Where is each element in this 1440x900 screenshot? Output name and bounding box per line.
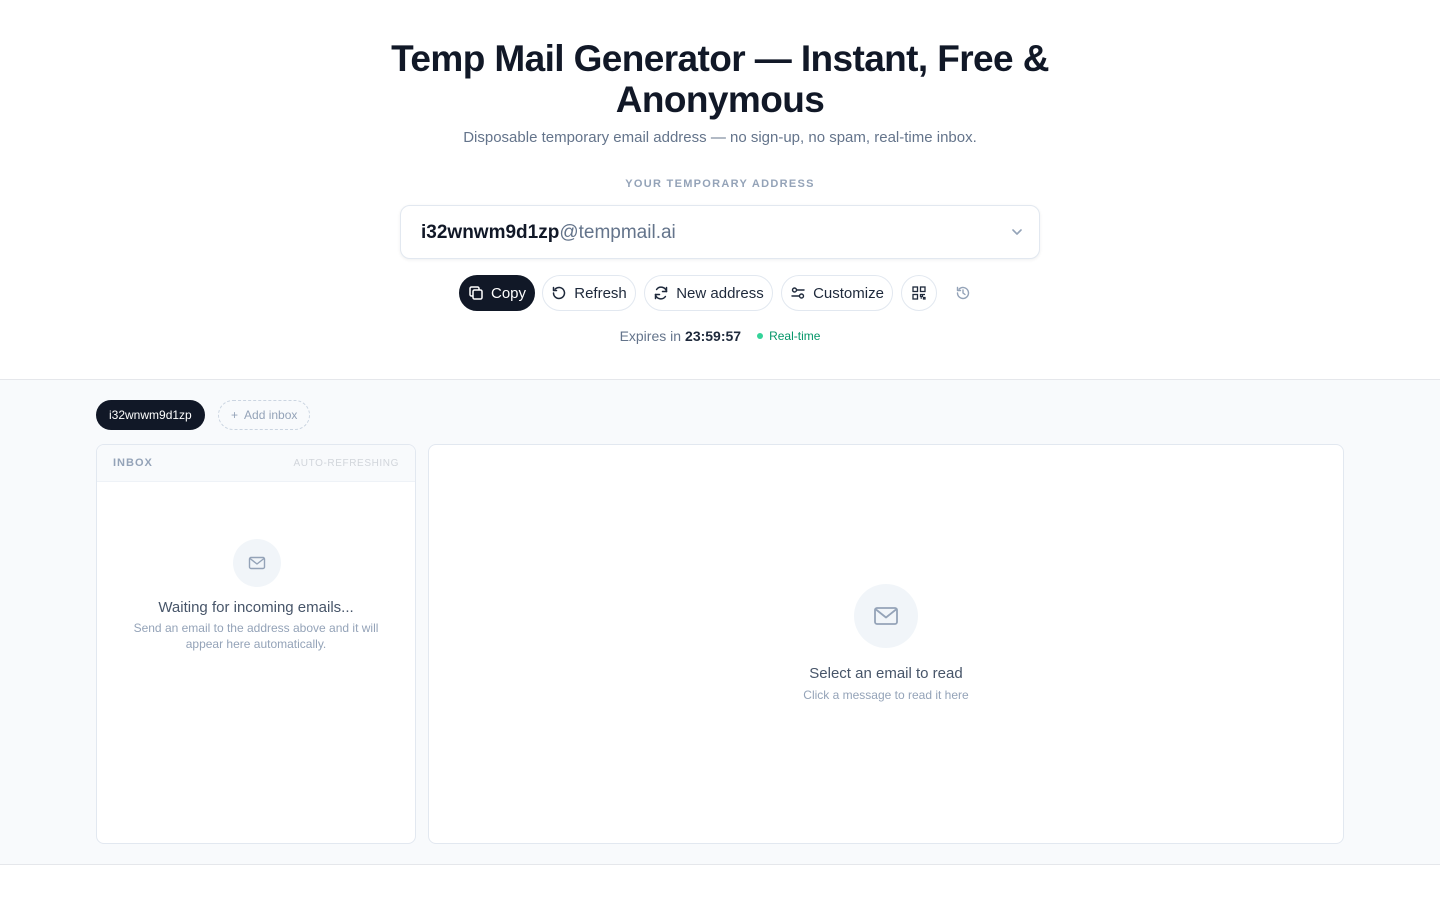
sliders-icon (791, 287, 805, 299)
status-dot (757, 333, 764, 339)
rotate-icon (654, 286, 668, 300)
copy-label: Copy (490, 284, 527, 302)
expiry-countdown: 23:59:57 (685, 328, 742, 344)
customize-label: Customize (813, 284, 884, 302)
address-domain: @tempmail.ai (559, 222, 676, 243)
page-subtitle: Disposable temporary email address — no … (463, 129, 977, 146)
expiry-prefix: Expires in (619, 328, 682, 344)
refresh-icon (552, 286, 566, 300)
address-label: YOUR TEMPORARY ADDRESS (625, 178, 815, 190)
inbox-empty-description: Send an email to the address above and i… (133, 621, 379, 651)
refresh-label: Refresh (574, 284, 627, 302)
reader-empty-title: Select an email to read (809, 665, 963, 682)
new-address-button[interactable]: New address (644, 275, 773, 311)
chevron-down-icon[interactable] (1009, 224, 1025, 240)
realtime-indicator: Real-time (757, 329, 820, 343)
add-inbox-button[interactable]: + Add inbox (218, 400, 311, 430)
inbox-empty-title: Waiting for incoming emails... (158, 599, 354, 616)
history-icon (956, 286, 970, 300)
reader-empty-description: Click a message to read it here (803, 688, 969, 702)
hero-section: Temp Mail Generator — Instant, Free & An… (0, 0, 1440, 380)
realtime-label: Real-time (769, 329, 821, 343)
expiry-status: Expires in 23:59:57 Real-time (0, 328, 1440, 344)
qr-code-button[interactable] (901, 275, 937, 311)
plus-icon: + (231, 408, 239, 422)
copy-button[interactable]: Copy (459, 275, 535, 311)
refresh-button[interactable]: Refresh (542, 275, 636, 311)
address-display: i32wnwm9d1zp@tempmail.ai (421, 222, 676, 244)
address-user: i32wnwm9d1zp (421, 222, 560, 243)
history-button[interactable] (945, 275, 981, 311)
customize-button[interactable]: Customize (781, 275, 893, 311)
inbox-header: INBOX AUTO-REFRESHING (97, 445, 415, 482)
message-reader-panel: Select an email to read Click a message … (428, 444, 1344, 844)
new-address-label: New address (676, 284, 764, 302)
mail-icon (854, 584, 918, 648)
inbox-refresh-status: AUTO-REFRESHING (293, 457, 399, 469)
copy-icon (469, 286, 483, 300)
inbox-tab-active[interactable]: i32wnwm9d1zp (96, 400, 205, 430)
inbox-panel: INBOX AUTO-REFRESHING Waiting for incomi… (96, 444, 416, 844)
action-bar: Copy Refresh New address Customize (0, 275, 1440, 311)
inbox-title: INBOX (113, 457, 153, 469)
qr-code-icon (912, 286, 926, 300)
inbox-workspace: i32wnwm9d1zp + Add inbox INBOX AUTO-REFR… (0, 380, 1440, 865)
mail-icon (233, 539, 281, 587)
add-inbox-label: Add inbox (244, 408, 298, 422)
address-selector[interactable]: i32wnwm9d1zp@tempmail.ai (400, 205, 1040, 259)
page-title: Temp Mail Generator — Instant, Free & An… (391, 38, 1049, 120)
